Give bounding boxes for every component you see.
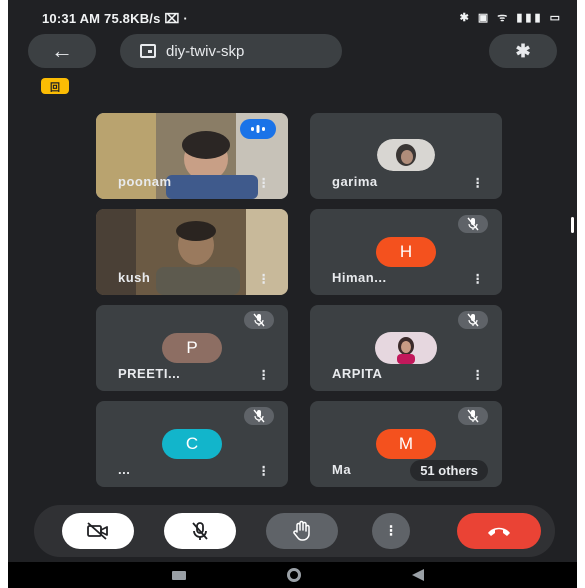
avatar-letter: M xyxy=(398,434,414,453)
avatar-letter: P xyxy=(186,338,198,357)
recents-icon[interactable] xyxy=(172,571,186,580)
mic-off-icon xyxy=(192,522,208,540)
chip-label: 回 xyxy=(50,82,60,94)
participant-tile-poonam[interactable]: poonam ⁝ xyxy=(96,113,288,199)
arrow-left-icon: ← xyxy=(51,38,73,63)
more-options-icon[interactable]: ⁝ xyxy=(475,176,480,191)
raise-hand-button[interactable] xyxy=(266,513,338,549)
meeting-info-button[interactable]: diy-twiv-skp xyxy=(120,34,342,68)
hand-icon xyxy=(293,520,310,541)
mic-off-icon xyxy=(467,313,479,327)
participant-tile-himan[interactable]: H Himan... ⁝ xyxy=(310,209,502,295)
mic-off-indicator xyxy=(458,311,488,329)
others-count-badge[interactable]: 51 others xyxy=(410,460,488,481)
avatar-letter: C xyxy=(185,434,199,453)
status-bar: 10:31 AM 75.8KB/s ⌧ · ✱ ▣ ᯤ ▮▮▮ ▭ xyxy=(8,0,577,32)
call-end-icon xyxy=(488,527,510,536)
more-options-button[interactable]: ⁝ xyxy=(372,513,410,549)
participant-name: garima xyxy=(332,174,378,189)
status-icons: ✱ ▣ ᯤ ▮▮▮ ▭ xyxy=(459,12,563,24)
participant-name: PREETI... xyxy=(118,366,181,381)
avatar-photo xyxy=(377,139,435,171)
mic-off-icon xyxy=(467,409,479,423)
mic-off-indicator xyxy=(244,311,274,329)
participant-name: ARPITA xyxy=(332,366,383,381)
more-options-icon[interactable]: ⁝ xyxy=(475,272,480,287)
home-icon[interactable] xyxy=(287,568,301,582)
back-nav-icon[interactable] xyxy=(412,569,424,581)
hang-up-button[interactable] xyxy=(457,513,541,549)
mic-off-indicator xyxy=(458,215,488,233)
mic-toggle-button[interactable] xyxy=(164,513,236,549)
participant-name: poonam xyxy=(118,174,172,189)
bluetooth-icon: ✱ xyxy=(515,40,531,61)
mic-off-icon xyxy=(253,409,265,423)
speaking-indicator xyxy=(240,119,276,139)
avatar-photo xyxy=(375,332,437,364)
participant-name: ... xyxy=(118,462,131,477)
avatar: M xyxy=(376,429,436,459)
more-vert-icon: ⁝ xyxy=(388,523,394,540)
scroll-indicator[interactable] xyxy=(571,217,574,233)
participant-name: Himan... xyxy=(332,270,387,285)
participant-tile-c[interactable]: C ... ⁝ xyxy=(96,401,288,487)
participant-name: Ma xyxy=(332,462,352,477)
participant-tile-arpita[interactable]: ARPITA ⁝ xyxy=(310,305,502,391)
more-options-icon[interactable]: ⁝ xyxy=(261,176,266,191)
system-nav-bar xyxy=(8,562,577,588)
participant-tile-preeti[interactable]: P PREETI... ⁝ xyxy=(96,305,288,391)
mic-off-icon xyxy=(467,217,479,231)
more-options-icon[interactable]: ⁝ xyxy=(475,368,480,383)
video-off-icon xyxy=(87,522,108,540)
calendar-icon xyxy=(140,44,156,58)
avatar-letter: H xyxy=(399,242,413,261)
avatar: H xyxy=(376,237,436,267)
participant-tile-kush[interactable]: kush ⁝ xyxy=(96,209,288,295)
clock: 10:31 AM xyxy=(42,11,101,26)
call-controls: ⁝ xyxy=(34,505,555,557)
meet-screen: 10:31 AM 75.8KB/s ⌧ · ✱ ▣ ᯤ ▮▮▮ ▭ ← diy-… xyxy=(8,0,577,588)
participant-name: kush xyxy=(118,270,151,285)
back-button[interactable]: ← xyxy=(28,34,96,68)
more-options-icon[interactable]: ⁝ xyxy=(261,464,266,479)
network-speed: 75.8KB/s xyxy=(104,11,161,26)
participant-tile-garima[interactable]: garima ⁝ xyxy=(310,113,502,199)
avatar: P xyxy=(162,333,222,363)
camera-toggle-button[interactable] xyxy=(62,513,134,549)
audio-output-button[interactable]: ✱ xyxy=(489,34,557,68)
mic-off-indicator xyxy=(244,407,274,425)
audio-level-icon xyxy=(251,125,265,133)
mic-off-indicator xyxy=(458,407,488,425)
more-options-icon[interactable]: ⁝ xyxy=(261,272,266,287)
status-left: 10:31 AM 75.8KB/s ⌧ · xyxy=(42,11,188,26)
avatar: C xyxy=(162,429,222,459)
participant-tile-others[interactable]: M Ma 51 others xyxy=(310,401,502,487)
meeting-code: diy-twiv-skp xyxy=(166,42,245,60)
mic-off-icon xyxy=(253,313,265,327)
more-options-icon[interactable]: ⁝ xyxy=(261,368,266,383)
activities-chip[interactable]: 回 xyxy=(41,78,69,94)
top-bar: ← diy-twiv-skp ✱ xyxy=(8,34,577,70)
